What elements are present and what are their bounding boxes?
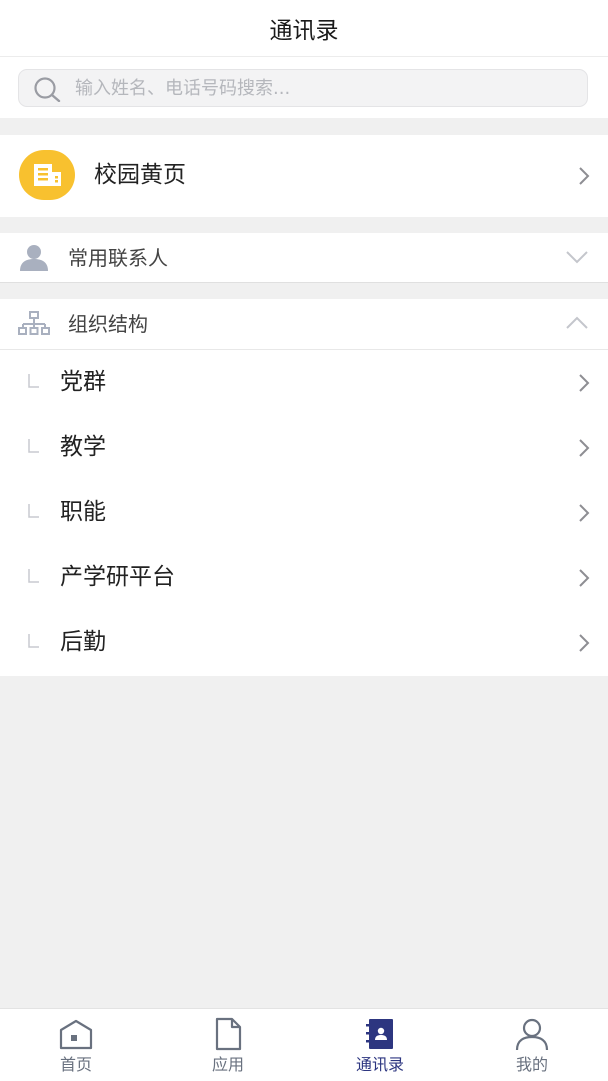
chevron-right-icon xyxy=(579,634,590,652)
tab-apps[interactable]: 应用 xyxy=(152,1009,304,1081)
chevron-up-icon xyxy=(566,316,588,329)
org-item-research-platform[interactable]: 产学研平台 xyxy=(0,545,608,610)
page-title: 通讯录 xyxy=(269,18,339,44)
org-item-label: 教学 xyxy=(60,434,106,460)
org-structure-list: 党群 教学 职能 产学研平台 后勤 xyxy=(0,350,608,676)
org-tree-icon xyxy=(18,311,50,335)
org-item-label: 产学研平台 xyxy=(60,564,175,590)
campus-yellow-pages-row[interactable]: 校园黄页 xyxy=(0,135,608,217)
org-item-label: 后勤 xyxy=(60,629,106,655)
bottom-tab-bar: 首页 应用 通讯录 我的 xyxy=(0,1008,608,1081)
tree-branch-icon xyxy=(28,374,39,388)
yellow-pages-label: 校园黄页 xyxy=(94,162,186,188)
tree-branch-icon xyxy=(28,439,39,453)
chevron-right-icon xyxy=(579,374,590,392)
home-icon xyxy=(59,1019,93,1050)
frequent-contacts-header[interactable]: 常用联系人 xyxy=(0,233,608,283)
org-item-logistics[interactable]: 后勤 xyxy=(0,610,608,675)
chevron-down-icon xyxy=(566,251,588,264)
tree-branch-icon xyxy=(28,634,39,648)
chevron-right-icon xyxy=(579,504,590,522)
org-item-label: 职能 xyxy=(60,499,106,525)
tab-contacts[interactable]: 通讯录 xyxy=(304,1009,456,1081)
building-icon xyxy=(34,164,61,186)
org-structure-header[interactable]: 组织结构 xyxy=(0,299,608,349)
tab-label: 首页 xyxy=(59,1055,92,1074)
building-icon-badge xyxy=(19,150,75,200)
tab-label: 应用 xyxy=(211,1055,244,1074)
document-icon xyxy=(215,1017,242,1051)
tab-label: 我的 xyxy=(515,1055,548,1074)
tab-home[interactable]: 首页 xyxy=(0,1009,152,1081)
org-structure-label: 组织结构 xyxy=(68,312,148,336)
chevron-right-icon xyxy=(579,439,590,457)
contacts-book-icon xyxy=(366,1019,393,1049)
person-icon xyxy=(20,245,48,271)
user-icon xyxy=(515,1018,549,1051)
org-item-functions[interactable]: 职能 xyxy=(0,480,608,545)
chevron-right-icon xyxy=(579,167,590,185)
tree-branch-icon xyxy=(28,504,39,518)
app-header: 通讯录 xyxy=(0,0,608,57)
tree-branch-icon xyxy=(28,569,39,583)
org-item-party[interactable]: 党群 xyxy=(0,350,608,415)
search-input[interactable] xyxy=(75,70,575,106)
chevron-right-icon xyxy=(579,569,590,587)
frequent-contacts-label: 常用联系人 xyxy=(68,246,168,270)
search-icon xyxy=(34,77,61,102)
tab-label: 通讯录 xyxy=(355,1055,404,1074)
divider xyxy=(0,282,608,283)
search-bar xyxy=(0,57,608,118)
search-box[interactable] xyxy=(18,69,588,107)
org-item-label: 党群 xyxy=(60,369,106,395)
tab-me[interactable]: 我的 xyxy=(456,1009,608,1081)
org-item-teaching[interactable]: 教学 xyxy=(0,415,608,480)
